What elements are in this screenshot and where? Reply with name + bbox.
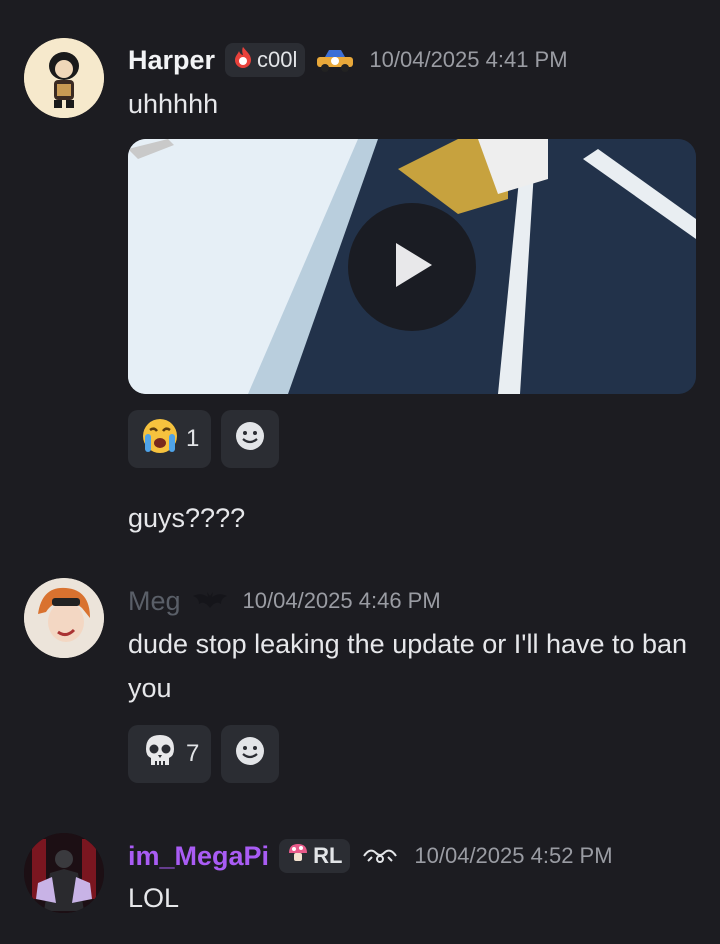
timestamp: 10/04/2025 4:52 PM [414,843,613,868]
server-tag-label: c00l [257,47,298,72]
mushroom-icon [287,842,309,870]
timestamp: 10/04/2025 4:41 PM [369,47,568,72]
smiley-add-icon [233,734,267,775]
reaction-chip[interactable]: 1 [128,410,212,468]
race-car-icon [315,47,355,73]
reaction-count: 1 [186,425,200,452]
ornament-icon [360,845,400,867]
video-attachment[interactable] [128,139,696,394]
reactions: 7 [128,725,280,783]
play-button[interactable] [348,203,476,331]
message-text: uhhhhh [128,89,219,119]
timestamp: 10/04/2025 4:46 PM [242,588,441,613]
avatar[interactable] [24,38,104,118]
skull-icon [140,731,180,778]
message-header: im_MegaPi RL 10/04/2025 4:52 PM [128,836,613,876]
reactions: 1 [128,410,280,468]
add-reaction-button[interactable] [221,410,280,468]
smiley-add-icon [233,419,267,460]
fire-icon [233,46,253,74]
server-tag[interactable]: RL [279,839,351,873]
message-header: Harper c00l 10/04/2025 4:41 PM [128,40,568,80]
avatar[interactable] [24,578,104,658]
chat-message-list: Harper c00l 10/04/2025 4:41 PM uhhhhh 1 … [0,0,720,944]
username[interactable]: im_MegaPi [128,841,269,872]
server-tag[interactable]: c00l [225,43,306,77]
message-text: guys???? [128,503,246,533]
loudly-crying-face-icon [140,416,180,463]
username[interactable]: Meg [128,586,181,617]
message-header: Meg 10/04/2025 4:46 PM [128,581,441,621]
message-text: dude stop leaking the update or I'll hav… [128,629,688,703]
username[interactable]: Harper [128,45,215,76]
avatar[interactable] [24,833,104,913]
message-text: LOL [128,883,180,913]
play-icon [390,240,434,295]
bat-icon [191,590,229,612]
server-tag-label: RL [313,843,343,868]
reaction-chip[interactable]: 7 [128,725,212,783]
reaction-count: 7 [186,740,200,767]
add-reaction-button[interactable] [221,725,280,783]
